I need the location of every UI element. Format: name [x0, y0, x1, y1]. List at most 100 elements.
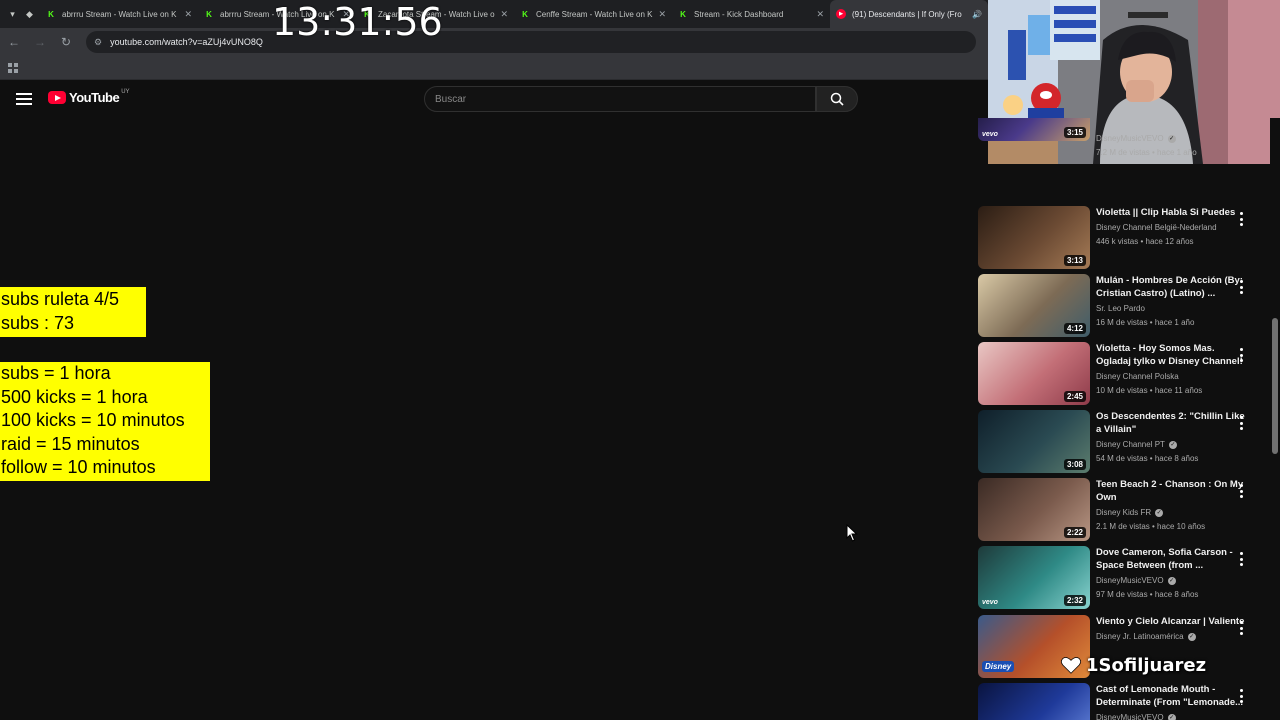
recommended-video[interactable]: 3:08 Os Descendentes 2: "Chillin Like a V…	[978, 410, 1268, 474]
verified-check-icon: ✓	[1168, 440, 1177, 449]
browser-tab[interactable]: K Cenffe Stream - Watch Live on K ✕	[514, 0, 672, 28]
video-meta: Dove Cameron, Sofia Carson - Space Betwe…	[1096, 546, 1246, 600]
recommended-video[interactable]: 2:45 Violetta - Hoy Somos Mas. Ogladaj ty…	[978, 342, 1268, 406]
video-meta: Viento y Cielo Alcanzar | Valiente Disney…	[1096, 615, 1246, 642]
recommended-video[interactable]: 2:32 vevo Dove Cameron, Sofia Carson - Spa…	[978, 546, 1268, 610]
video-title[interactable]: Violetta - Hoy Somos Mas. Ogladaj tylko …	[1096, 342, 1246, 368]
more-actions-icon[interactable]	[1238, 689, 1244, 703]
subathon-rules-box: subs = 1 hora 500 kicks = 1 hora 100 kic…	[0, 362, 210, 481]
tab-title: abrrru Stream - Watch Live on K	[62, 9, 177, 19]
site-info-icon[interactable]: ⚙	[94, 37, 102, 48]
back-arrow-icon[interactable]: ←	[2, 30, 26, 54]
channel-name[interactable]: Disney Channel Polska	[1096, 371, 1179, 382]
browser-tab[interactable]: ▶ (91) Descendants | If Only (Fro 🔊	[830, 0, 988, 28]
video-duration: 4:12	[1063, 323, 1086, 334]
more-actions-icon[interactable]	[1238, 621, 1244, 635]
channel-name-row: DisneyMusicVEVO ✓	[1096, 133, 1246, 144]
tab-close-icon[interactable]: ✕	[500, 9, 508, 20]
video-title[interactable]: Teen Beach 2 - Chanson : On My Own	[1096, 478, 1246, 504]
browser-toolbar: ← → ↻ ⚙ youtube.com/watch?v=aZUj4vUNO8Q	[0, 28, 988, 56]
video-thumbnail[interactable]: 4:12	[978, 274, 1090, 337]
address-bar[interactable]: ⚙ youtube.com/watch?v=aZUj4vUNO8Q	[86, 31, 976, 53]
search-placeholder: Buscar	[435, 93, 467, 105]
tab-title: (91) Descendants | If Only (Fro	[852, 9, 962, 19]
pinned-tab-icon[interactable]: ◆	[21, 0, 38, 28]
video-thumbnail[interactable]: 3:13	[978, 206, 1090, 269]
video-thumbnail[interactable]: 2:45	[978, 342, 1090, 405]
kick-icon: K	[680, 9, 686, 19]
channel-name[interactable]: DisneyMusicVEVO	[1096, 133, 1164, 144]
more-actions-icon[interactable]	[1238, 212, 1244, 226]
tab-search-chevron-icon[interactable]: ▾	[4, 0, 21, 28]
tab-close-icon[interactable]: ✕	[658, 9, 666, 20]
verified-check-icon: ✓	[1167, 713, 1176, 720]
verified-check-icon: ✓	[1155, 508, 1164, 517]
recommended-video[interactable]: 3:15 vevo DisneyMusicVEVO ✓ 7.2 M de vistas …	[978, 118, 1268, 157]
recommended-video[interactable]: Cast of Lemonade Mouth - Determinate (Fr…	[978, 683, 1268, 720]
browser-tab[interactable]: Kabrrru Stream - Watch Live on K ✕	[40, 0, 198, 28]
more-actions-icon[interactable]	[1238, 348, 1244, 362]
tab-close-icon[interactable]: ✕	[184, 9, 192, 20]
youtube-icon: ▶	[836, 9, 846, 19]
search-button[interactable]	[816, 86, 858, 112]
recommended-video[interactable]: 2:22 Teen Beach 2 - Chanson : On My Own Di…	[978, 478, 1268, 542]
subs-counter-box: subs ruleta 4/5 subs : 73	[0, 287, 146, 337]
more-actions-icon[interactable]	[1238, 280, 1244, 294]
video-title[interactable]: Violetta || Clip Habla Si Puedes	[1096, 206, 1246, 219]
video-title[interactable]: Dove Cameron, Sofia Carson - Space Betwe…	[1096, 546, 1246, 572]
more-actions-icon[interactable]	[1238, 552, 1244, 566]
vevo-logo: vevo	[982, 599, 998, 606]
recommended-video[interactable]: 3:13 Violetta || Clip Habla Si Puedes Disn…	[978, 206, 1268, 270]
verified-check-icon: ✓	[1187, 632, 1196, 641]
channel-name[interactable]: Disney Jr. Latinoamérica	[1096, 631, 1184, 642]
vevo-logo: vevo	[982, 131, 998, 138]
channel-name[interactable]: DisneyMusicVEVO	[1096, 712, 1164, 720]
reload-icon[interactable]: ↻	[54, 30, 78, 54]
rule-line: 100 kicks = 10 minutos	[1, 410, 185, 431]
video-views: 2.1 M de vistas • hace 10 años	[1096, 522, 1206, 531]
channel-name-row: DisneyMusicVEVO ✓	[1096, 575, 1246, 586]
search-input[interactable]: Buscar	[424, 86, 816, 112]
video-thumbnail[interactable]: 2:32 vevo	[978, 546, 1090, 609]
tab-close-icon[interactable]: ✕	[816, 9, 824, 20]
channel-name[interactable]: Disney Channel België-Nederland	[1096, 222, 1217, 233]
video-thumbnail[interactable]	[978, 683, 1090, 720]
mouse-cursor-icon	[846, 524, 858, 542]
kick-icon: K	[522, 9, 528, 19]
video-duration: 3:13	[1063, 255, 1086, 266]
video-title[interactable]: Cast of Lemonade Mouth - Determinate (Fr…	[1096, 683, 1246, 709]
hamburger-menu-icon[interactable]	[14, 90, 34, 108]
sidebar-scrollbar[interactable]	[1270, 118, 1280, 720]
kick-icon: K	[206, 9, 212, 19]
video-thumbnail[interactable]: 3:15 vevo	[978, 118, 1090, 141]
video-views: 97 M de vistas • hace 8 años	[1096, 590, 1199, 599]
forward-arrow-icon[interactable]: →	[28, 30, 52, 54]
channel-name[interactable]: Disney Channel PT	[1096, 439, 1165, 450]
video-title[interactable]: Viento y Cielo Alcanzar | Valiente	[1096, 615, 1246, 628]
channel-name[interactable]: Sr. Leo Pardo	[1096, 303, 1145, 314]
more-actions-icon[interactable]	[1238, 484, 1244, 498]
more-actions-icon[interactable]	[1238, 416, 1244, 430]
channel-name[interactable]: Disney Kids FR	[1096, 507, 1151, 518]
channel-name[interactable]: DisneyMusicVEVO	[1096, 575, 1164, 586]
video-meta: Cast of Lemonade Mouth - Determinate (Fr…	[1096, 683, 1246, 720]
video-meta: DisneyMusicVEVO ✓ 7.2 M de vistas • hace 1…	[1096, 130, 1246, 158]
youtube-play-icon	[48, 91, 66, 104]
channel-name-row: Sr. Leo Pardo	[1096, 303, 1246, 314]
tab-title: Cenffe Stream - Watch Live on K	[536, 9, 653, 19]
recommended-video[interactable]: 4:12 Mulán - Hombres De Acción (By: Crist…	[978, 274, 1268, 338]
video-thumbnail[interactable]: 3:08	[978, 410, 1090, 473]
url-text: youtube.com/watch?v=aZUj4vUNO8Q	[110, 37, 263, 47]
apps-grid-icon[interactable]	[8, 62, 18, 73]
tab-title: Stream - Kick Dashboard	[694, 9, 784, 19]
youtube-logo[interactable]: YouTube UY	[48, 89, 130, 105]
video-title[interactable]: Mulán - Hombres De Acción (By: Cristian …	[1096, 274, 1246, 300]
channel-name-row: Disney Kids FR ✓	[1096, 507, 1246, 518]
youtube-logo-text: YouTube	[69, 90, 120, 105]
tab-audio-icon[interactable]: 🔊	[972, 10, 982, 19]
scrollbar-thumb[interactable]	[1272, 318, 1278, 454]
video-views: 16 M de vistas • hace 1 año	[1096, 318, 1195, 327]
video-thumbnail[interactable]: 2:22	[978, 478, 1090, 541]
browser-tab[interactable]: K Stream - Kick Dashboard ✕	[672, 0, 830, 28]
video-title[interactable]: Os Descendentes 2: "Chillin Like a Villa…	[1096, 410, 1246, 436]
